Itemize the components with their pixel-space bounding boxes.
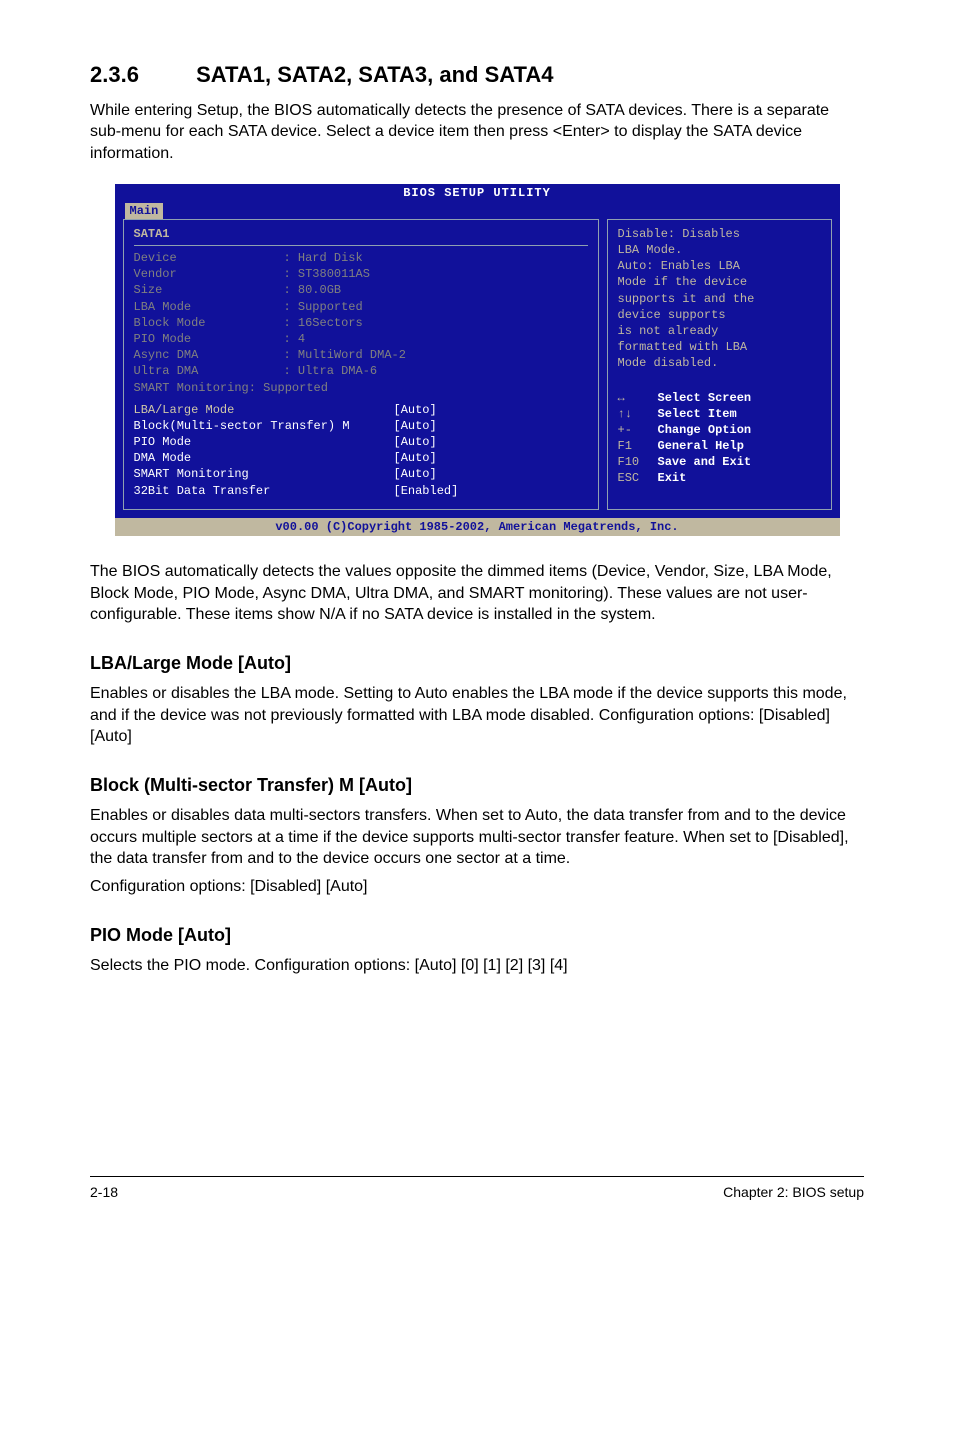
device-row: Async DMA: MultiWord DMA-2	[134, 347, 588, 363]
page-number: 2-18	[90, 1183, 118, 1202]
esc-key-icon: ESC	[618, 470, 658, 486]
device-row: Device: Hard Disk	[134, 250, 588, 266]
section-number: 2.3.6	[90, 60, 190, 90]
bios-right-panel: Disable: Disables LBA Mode. Auto: Enable…	[607, 219, 832, 510]
bios-setup-utility-screenshot: BIOS SETUP UTILITY Main SATA1 Device: Ha…	[115, 184, 840, 536]
section-title: SATA1, SATA2, SATA3, and SATA4	[196, 62, 553, 87]
device-row: LBA Mode: Supported	[134, 299, 588, 315]
device-row: Block Mode: 16Sectors	[134, 315, 588, 331]
setting-lba-large-mode[interactable]: LBA/Large Mode[Auto]	[134, 402, 588, 418]
device-row: Vendor: ST380011AS	[134, 266, 588, 282]
page-footer: 2-18 Chapter 2: BIOS setup	[90, 1176, 864, 1202]
after-bios-paragraph: The BIOS automatically detects the value…	[90, 561, 864, 626]
intro-paragraph: While entering Setup, the BIOS automatic…	[90, 100, 864, 165]
bios-help-text: Disable: Disables LBA Mode. Auto: Enable…	[618, 226, 821, 372]
bios-subtitle: SATA1	[134, 226, 588, 242]
bios-key-legend: ↔Select Screen ↑↓Select Item +-Change Op…	[618, 390, 821, 487]
device-row: SMART Monitoring: Supported	[134, 380, 588, 396]
device-row: Ultra DMA: Ultra DMA-6	[134, 363, 588, 379]
setting-dma-mode[interactable]: DMA Mode[Auto]	[134, 450, 588, 466]
arrow-lr-icon: ↔	[618, 390, 658, 406]
lba-heading: LBA/Large Mode [Auto]	[90, 651, 864, 675]
plus-minus-icon: +-	[618, 422, 658, 438]
device-row: Size: 80.0GB	[134, 282, 588, 298]
setting-32bit-transfer[interactable]: 32Bit Data Transfer[Enabled]	[134, 483, 588, 499]
arrow-ud-icon: ↑↓	[618, 406, 658, 422]
lba-body: Enables or disables the LBA mode. Settin…	[90, 683, 864, 748]
setting-block-transfer[interactable]: Block(Multi-sector Transfer) M[Auto]	[134, 418, 588, 434]
block-heading: Block (Multi-sector Transfer) M [Auto]	[90, 773, 864, 797]
pio-body: Selects the PIO mode. Configuration opti…	[90, 955, 864, 977]
bios-title: BIOS SETUP UTILITY	[115, 184, 840, 202]
block-body-2: Configuration options: [Disabled] [Auto]	[90, 876, 864, 898]
device-row: PIO Mode: 4	[134, 331, 588, 347]
bios-tab-main[interactable]: Main	[125, 203, 164, 219]
block-body-1: Enables or disables data multi-sectors t…	[90, 805, 864, 870]
f1-key-icon: F1	[618, 438, 658, 454]
chapter-title: Chapter 2: BIOS setup	[723, 1183, 864, 1202]
section-heading: 2.3.6 SATA1, SATA2, SATA3, and SATA4	[90, 60, 864, 90]
setting-pio-mode[interactable]: PIO Mode[Auto]	[134, 434, 588, 450]
bios-left-panel: SATA1 Device: Hard Disk Vendor: ST380011…	[123, 219, 599, 510]
f10-key-icon: F10	[618, 454, 658, 470]
bios-copyright-footer: v00.00 (C)Copyright 1985-2002, American …	[115, 518, 840, 536]
pio-heading: PIO Mode [Auto]	[90, 923, 864, 947]
setting-smart-monitoring[interactable]: SMART Monitoring[Auto]	[134, 466, 588, 482]
